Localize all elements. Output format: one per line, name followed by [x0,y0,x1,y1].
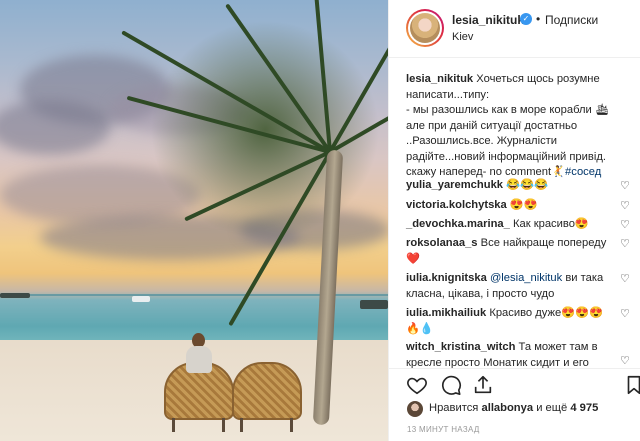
island [360,300,388,309]
avatar-image [410,13,440,43]
boat [132,296,150,302]
comment-text: Все найкраще попереду [480,237,607,249]
post-caption: lesia_nikituk Хочеться щось розумне напи… [406,72,632,181]
comments-list[interactable]: lesia_nikituk Хочеться щось розумне напи… [389,58,640,368]
chair-leg [172,418,175,432]
likes-summary[interactable]: Нравится allabonya и ещё 4 975 [429,402,598,414]
comment-like-heart-icon[interactable]: ♡ [620,237,630,250]
comment: iulia.knignitska @lesia_nikituk ви така … [406,271,616,302]
comment-text: ❤️ [406,252,420,265]
comment-username[interactable]: _devochka.marina_ [406,218,510,230]
comment: yulia_yaremchukk 😂😂😂 [406,178,616,194]
chair-leg [240,418,243,432]
comment: _devochka.marina_ Как красиво😍 [406,217,616,233]
comment-text: 😍😍 [509,199,538,211]
comment-text: класна, цікава, і просто чудо [406,287,555,300]
liker-username[interactable]: allabonya [481,402,533,414]
caption-text: Хочеться щось розумне [476,73,600,85]
comment-username[interactable]: roksolanaa_s [406,237,478,249]
comment-icon[interactable] [440,374,462,396]
hashtag-link[interactable]: #сосед [565,166,601,178]
username-link[interactable]: lesia_nikituk [452,13,524,27]
post-photo[interactable] [0,0,388,441]
caption-text: написати...типу: [406,88,490,101]
person-sitting [186,333,212,373]
comment-text: ви така [562,272,604,284]
caption-text: радійте...новий інформаційний привід. [406,150,606,163]
avatar[interactable] [406,9,444,47]
comment-text: Та может там в [518,341,598,353]
action-bar [389,368,640,398]
person-body [186,346,212,373]
comment-text: Красиво дуже😍😍😍 [489,307,604,319]
comment-like-heart-icon[interactable]: ♡ [620,354,630,367]
likes-suffix: и ещё [536,402,568,414]
chair-leg [222,418,225,432]
comment-text: кресле просто Монатик сидит и его [406,356,589,369]
separator-dot: • [536,12,541,26]
caption-text: скажу наперед- no comment🤾 [406,166,565,178]
comment-text: 😂😂😂 [506,179,548,191]
caption-text: - мы разошлись как в море корабли 🛳 [406,104,610,116]
island [0,293,30,298]
heart-icon[interactable] [406,374,428,396]
comment-like-heart-icon[interactable]: ♡ [620,199,630,212]
caption-text: ..Разошлись.все. Журналісти [406,135,558,147]
caption-username[interactable]: lesia_nikituk [406,73,473,85]
comment-username[interactable]: victoria.kolchytska [406,199,507,211]
share-icon[interactable] [472,374,494,396]
comment-username[interactable]: iulia.mikhailiuk [406,307,486,319]
comment: witch_kristina_witch Та может там в крес… [406,340,616,368]
caption-text: але при даній ситуації достатньо [406,119,578,132]
liker-avatar[interactable] [407,401,423,417]
comment: iulia.mikhailiuk Красиво дуже😍😍😍 🔥💧 [406,306,616,337]
comment-text: Как красиво😍 [512,218,589,230]
likes-prefix: Нравится [429,402,479,414]
post-timestamp[interactable]: 13 МИНУТ НАЗАД [407,425,480,434]
bookmark-icon[interactable] [623,374,640,396]
chair-leg [290,418,293,432]
comment: roksolanaa_s Все найкраще попереду ❤️ [406,236,616,267]
comment-username[interactable]: witch_kristina_witch [406,341,515,353]
comment-like-heart-icon[interactable]: ♡ [620,307,630,320]
post-header: lesia_nikituk ✓ • Подписки Kiev [389,0,640,58]
beach-chair [232,362,302,420]
avatar-inner [408,11,442,45]
mention-link[interactable]: @lesia_nikituk [490,272,562,284]
comment-username[interactable]: yulia_yaremchukk [406,179,503,191]
comment-like-heart-icon[interactable]: ♡ [620,179,630,192]
comment-like-heart-icon[interactable]: ♡ [620,272,630,285]
comment-like-heart-icon[interactable]: ♡ [620,218,630,231]
verified-badge-icon: ✓ [520,13,532,25]
location-link[interactable]: Kiev [452,31,473,43]
following-button[interactable]: Подписки [545,13,598,27]
likes-count[interactable]: 4 975 [570,402,598,414]
cloud [0,100,110,155]
comment-username[interactable]: iulia.knignitska [406,272,487,284]
comment: victoria.kolchytska 😍😍 [406,198,616,214]
comment-text: 🔥💧 [406,322,434,335]
palm-leaves [150,20,380,240]
post-side-panel: lesia_nikituk ✓ • Подписки Kiev lesia_ni… [388,0,640,441]
